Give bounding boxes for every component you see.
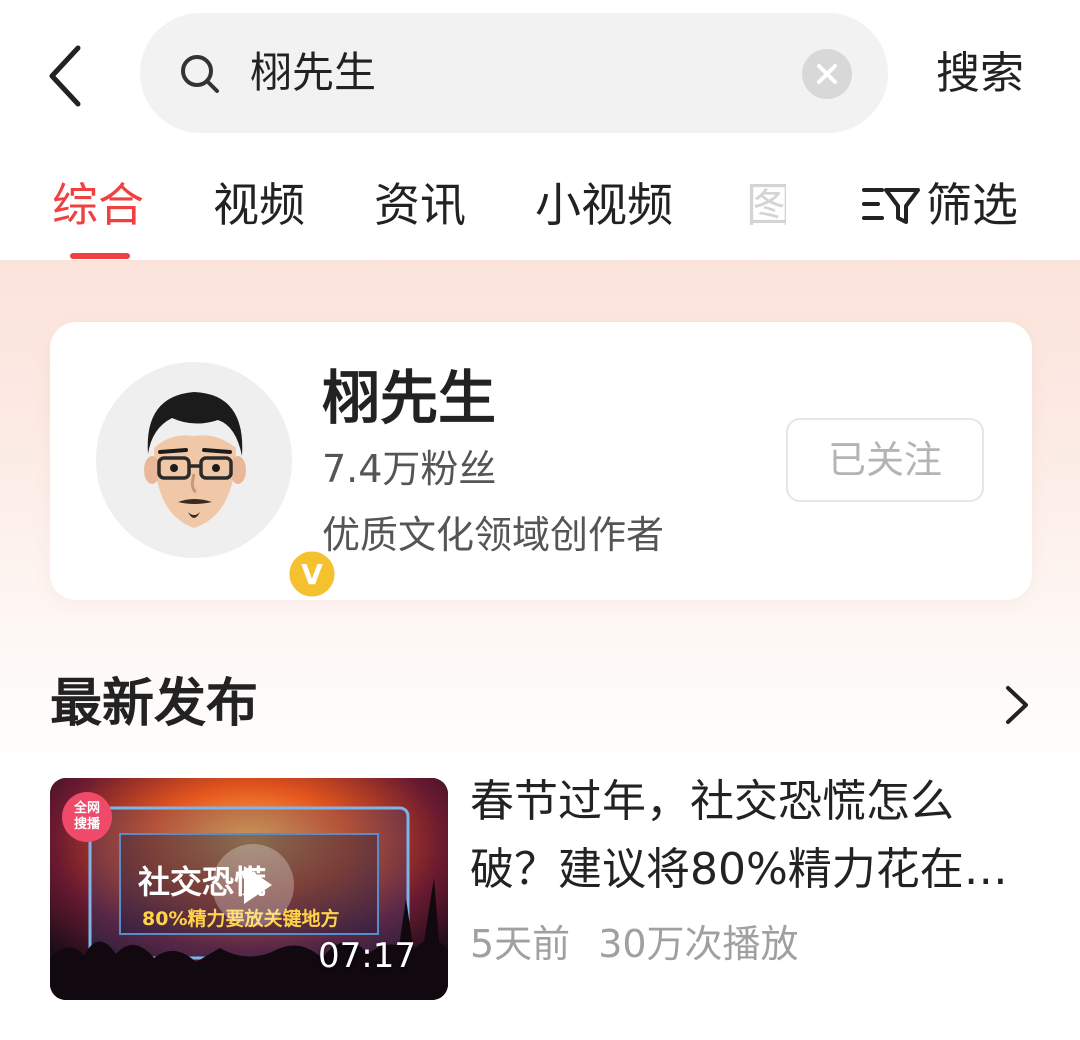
video-title[interactable]: 春节过年，社交恐慌怎么 破？建议将80%精力花在… [470,768,1030,904]
filter-label: 筛选 [926,178,1018,232]
tab-comprehensive[interactable]: 综合 [52,172,144,238]
clear-button[interactable] [802,49,852,99]
section-more-button[interactable] [998,680,1034,730]
search-icon [181,55,219,93]
video-meta: 5天前 30万次播放 [470,916,827,972]
search-button[interactable]: 搜索 [936,42,1024,106]
avatar-container[interactable]: V [96,362,338,600]
video-title-line-1: 春节过年，社交恐慌怎么 [470,776,954,827]
video-thumbnail[interactable]: 全网 搜播 社交恐慌 80%精力要放关键地方 07:17 [50,778,448,1000]
tab-bar: 综合 视频 资讯 小视频 图 筛选 [0,150,1080,260]
play-icon [244,866,272,904]
top-bar: 栩先生 搜索 [0,0,1080,150]
video-title-line-2: 破？建议将80%精力花在… [470,844,1008,895]
chevron-right-icon [1006,686,1028,724]
search-box[interactable]: 栩先生 [140,13,888,133]
cartoon-avatar-icon [96,362,292,558]
profile-card[interactable]: V 栩先生 7.4万粉丝 优质文化领域创作者 已关注 [50,322,1032,600]
tab-video[interactable]: 视频 [213,172,305,238]
section-title: 最新发布 [50,674,259,734]
source-badge: 全网 搜播 [62,792,112,842]
tab-news[interactable]: 资讯 [374,172,466,238]
chevron-left-icon [49,45,81,107]
play-button[interactable] [212,844,294,926]
profile-fans-count: 7.4万粉丝 [322,447,497,491]
video-play-count: 30万次播放 [598,922,799,966]
avatar [96,362,292,558]
back-button[interactable] [38,40,98,110]
clear-icon [817,64,837,84]
follow-button[interactable]: 已关注 [786,418,984,502]
verified-badge-label: V [301,558,323,591]
video-duration: 07:17 [318,936,416,976]
active-tab-indicator [70,253,130,259]
tab-images[interactable]: 图 [746,172,786,238]
filter-button[interactable]: 筛选 [856,172,1018,238]
profile-name[interactable]: 栩先生 [322,358,496,438]
tab-short-video[interactable]: 小视频 [535,172,673,238]
search-input[interactable]: 栩先生 [250,43,376,103]
filter-icon [862,188,920,224]
video-time-ago: 5天前 [470,922,571,966]
profile-description: 优质文化领域创作者 [322,513,665,557]
